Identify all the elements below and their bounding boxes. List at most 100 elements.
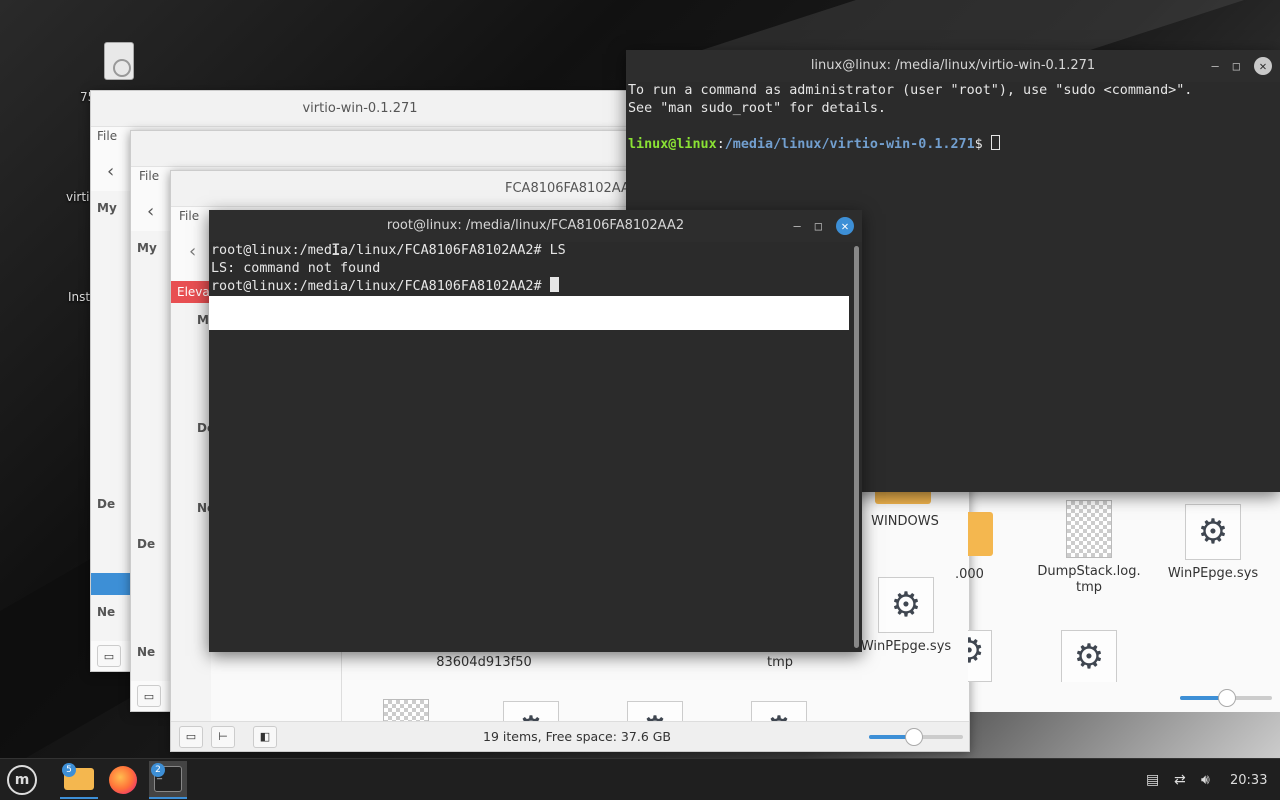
prompt-text: root@linux:/media/linux/FCA8106FA8102AA2… (211, 279, 550, 294)
taskbar-files-button[interactable]: 5 (60, 761, 98, 799)
mint-logo-icon[interactable]: m (3, 761, 41, 799)
file-item[interactable]: ⚙ WinPEpge.sys (1158, 504, 1268, 582)
sidebar: My De Ne (131, 231, 171, 681)
prompt-path: /media/linux/virtio-win-0.1.271 (724, 136, 975, 152)
folder-icon[interactable] (968, 512, 993, 556)
terminal-output[interactable]: root@linux:/media/linux/FCA8106FA8102AA2… (209, 242, 851, 330)
taskbar-firefox-button[interactable] (104, 761, 142, 799)
window-count-badge: 2 (151, 763, 165, 777)
file-item[interactable]: ⚙ (503, 701, 559, 723)
places-button[interactable]: ▭ (179, 725, 203, 748)
terminal-prompt: linux@linux:/media/linux/virtio-win-0.1.… (626, 134, 1280, 153)
window-controls: – □ ✕ (1212, 50, 1272, 82)
file-label: 83604d913f50 (436, 655, 532, 670)
file-label[interactable]: .000 (955, 567, 984, 582)
gear-icon: ⚙ (1185, 504, 1241, 560)
file-thumbnail-icon (383, 699, 429, 723)
prompt-sep: : (716, 136, 725, 152)
file-label: DumpStack.log. (1037, 564, 1141, 579)
file-label: WinPEpge.sys (860, 639, 952, 654)
status-text: 19 items, Free space: 37.6 GB (483, 729, 672, 744)
file-item[interactable]: ⚙ (627, 701, 683, 723)
minimize-icon[interactable]: – (1212, 59, 1219, 73)
clock[interactable]: 20:33 (1230, 759, 1267, 800)
sidebar-header: De (97, 497, 116, 511)
file-label[interactable]: WINDOWS (850, 514, 960, 530)
file-label: tmp (1075, 580, 1102, 595)
gear-icon: ⚙ (627, 701, 683, 723)
sidebar-header: Ne (137, 645, 156, 659)
file-item[interactable]: DumpStack.log. tmp (1034, 500, 1144, 596)
sidebar-header: My (137, 241, 157, 255)
minimize-icon[interactable]: – (794, 219, 801, 233)
tree-button[interactable]: ⊢ (211, 725, 235, 748)
back-arrow-icon[interactable]: ‹ (107, 161, 114, 182)
sidebar: My De Ne (91, 191, 131, 641)
file-item[interactable]: ⚙ WinPEpge.sys (851, 577, 961, 655)
file-item[interactable] (383, 699, 431, 723)
folder-icon[interactable] (875, 490, 931, 504)
places-button[interactable]: ▭ (137, 685, 161, 707)
file-label: WinPEpge.sys (1167, 566, 1259, 581)
desktop-icon-label[interactable]: Inst (68, 290, 90, 304)
maximize-icon[interactable]: □ (815, 219, 822, 233)
sidebar-item-selected[interactable] (91, 573, 131, 595)
firefox-icon (109, 766, 137, 794)
window-title: root@linux: /media/linux/FCA8106FA8102AA… (209, 210, 862, 242)
file-item[interactable]: tmp (725, 655, 835, 671)
scrollbar[interactable] (854, 246, 859, 648)
text-cursor-icon: I (331, 240, 341, 259)
terminal-window-root[interactable]: root@linux: /media/linux/FCA8106FA8102AA… (209, 210, 862, 652)
terminal-line: See "man sudo_root" for details. (628, 100, 886, 116)
places-button[interactable]: ▭ (97, 645, 121, 667)
text-cursor (549, 277, 559, 292)
window-count-badge: 5 (62, 763, 76, 777)
back-arrow-icon[interactable]: ‹ (189, 241, 196, 262)
taskbar: m 5 _ 2 ▤ ⇄ 🔊︎ 20:33 (0, 758, 1280, 800)
sidebar: My De Ne (171, 303, 217, 721)
gear-icon: ⚙ (503, 701, 559, 723)
status-bar: ▭ ⊢ ◧ 19 items, Free space: 37.6 GB (171, 721, 969, 751)
volume-icon[interactable]: 🔊︎ (1201, 759, 1210, 800)
file-label: tmp (766, 655, 793, 670)
notes-icon[interactable]: ▤ (1146, 759, 1159, 800)
elevated-privileges-banner: Eleva (171, 281, 211, 303)
gear-icon[interactable]: ⚙ (1061, 630, 1117, 682)
sidebar-header: Ne (97, 605, 116, 619)
prompt-end: $ (974, 136, 991, 152)
window-title: linux@linux: /media/linux/virtio-win-0.1… (626, 50, 1280, 82)
terminal-output[interactable]: To run a command as administrator (user … (626, 82, 1280, 152)
sidebar-header: De (137, 537, 156, 551)
terminal-prompt: root@linux:/media/linux/FCA8106FA8102AA2… (209, 277, 851, 295)
file-item[interactable]: ⚙ (751, 701, 807, 723)
taskbar-terminal-button[interactable]: _ 2 (149, 761, 187, 799)
close-icon[interactable]: ✕ (836, 217, 854, 235)
terminal-line: LS: command not found (211, 260, 381, 276)
terminal-line: root@linux:/media/linux/FCA8106FA8102AA2… (211, 243, 566, 258)
render-artifact (209, 295, 849, 330)
window-controls: – □ ✕ (794, 210, 854, 242)
zoom-slider[interactable] (1180, 689, 1272, 707)
network-icon[interactable]: ⇄ (1174, 759, 1186, 800)
prompt-user: linux@linux (628, 136, 717, 152)
gear-icon[interactable]: ⚙ (968, 630, 992, 682)
sidebar-header: My (97, 201, 117, 215)
file-menu[interactable]: File (139, 169, 159, 183)
file-menu[interactable]: File (97, 129, 117, 143)
file-menu[interactable]: File (179, 209, 199, 223)
text-cursor (990, 134, 1000, 150)
window-title: virtio-win-0.1.271 (91, 91, 629, 127)
zoom-slider[interactable] (869, 728, 963, 746)
gear-icon: ⚙ (751, 701, 807, 723)
back-arrow-icon[interactable]: ‹ (147, 201, 154, 222)
scrollbar[interactable] (1272, 82, 1280, 492)
disk-icon[interactable] (104, 42, 134, 80)
toggle-sidebar-button[interactable]: ◧ (253, 725, 277, 748)
file-thumbnail-icon (1066, 500, 1112, 558)
terminal-line: To run a command as administrator (user … (628, 83, 1193, 98)
file-item[interactable]: 83604d913f50 (429, 655, 539, 671)
maximize-icon[interactable]: □ (1233, 59, 1240, 73)
close-icon[interactable]: ✕ (1254, 57, 1272, 75)
desktop-icon-label[interactable]: virti (66, 190, 89, 204)
